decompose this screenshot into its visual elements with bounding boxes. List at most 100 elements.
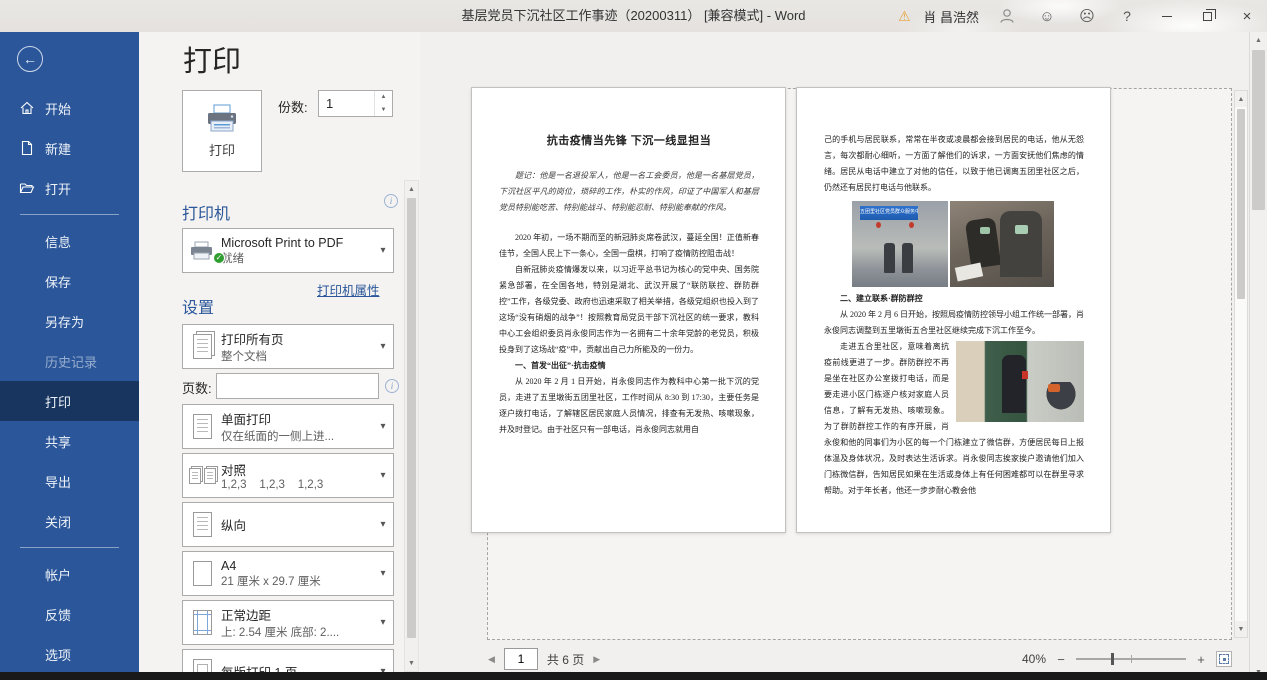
settings-scrollbar[interactable]: ▲ ▼ xyxy=(404,180,419,672)
zoom-level-label: 40% xyxy=(1022,652,1046,666)
sidebar-item-history: 历史记录 xyxy=(0,341,139,381)
paper-size-icon xyxy=(193,561,212,586)
copies-stepper[interactable]: ▲ ▼ xyxy=(318,90,393,117)
document-paragraph: 2020 年初，一场不期而至的新冠肺炎席卷武汉，蔓延全国！正值新春佳节，全国人民… xyxy=(499,230,759,262)
zoom-out-icon[interactable]: − xyxy=(1055,652,1067,667)
print-all-pages-icon xyxy=(193,334,212,359)
copies-decrement-icon[interactable]: ▼ xyxy=(375,104,392,117)
new-document-icon xyxy=(19,140,35,156)
chevron-down-icon: ▾ xyxy=(373,617,393,628)
chevron-down-icon: ▾ xyxy=(373,519,393,530)
print-range-selector[interactable]: 打印所有页 整个文档 ▾ xyxy=(182,324,394,369)
sidebar-item-options[interactable]: 选项 xyxy=(0,634,139,674)
document-section-heading: 二、建立联系·群防群控 xyxy=(824,291,1084,307)
sidebar-item-account[interactable]: 帐户 xyxy=(0,554,139,594)
sidebar-item-open[interactable]: 打开 xyxy=(0,168,139,208)
chevron-down-icon: ▾ xyxy=(373,421,393,432)
back-button[interactable]: ← xyxy=(17,46,43,72)
scroll-up-icon[interactable]: ▲ xyxy=(405,181,418,197)
zoom-slider[interactable] xyxy=(1076,653,1186,665)
copies-increment-icon[interactable]: ▲ xyxy=(375,91,392,104)
sidebar-divider xyxy=(20,547,119,548)
document-section-heading: 一、首发“出征”·抗击疫情 xyxy=(499,358,759,374)
chevron-down-icon: ▾ xyxy=(373,470,393,481)
sidebar-item-home[interactable]: 开始 xyxy=(0,88,139,128)
page-count-label: 共 6 页 xyxy=(547,651,584,668)
print-button[interactable]: 打印 xyxy=(182,90,262,172)
pages-info-icon[interactable]: i xyxy=(385,379,399,393)
copies-label: 份数: xyxy=(278,97,308,116)
minimize-button[interactable] xyxy=(1147,0,1187,32)
restore-button[interactable] xyxy=(1187,0,1227,32)
printer-info-icon[interactable]: i xyxy=(384,194,398,208)
close-button[interactable]: × xyxy=(1227,0,1267,32)
print-preview-area: 抗击疫情当先锋 下沉一线显担当 题记：他是一名退役军人，他是一名工会委员，他是一… xyxy=(420,32,1267,680)
zoom-slider-thumb[interactable] xyxy=(1111,653,1114,665)
document-paragraph: 自新冠肺炎疫情爆发以来，以习近平总书记为核心的党中央、国务院紧急部署，在全国各地… xyxy=(499,262,759,358)
preview-scrollbar-thumb[interactable] xyxy=(1237,109,1245,299)
main-scrollbar[interactable]: ▲ ▼ xyxy=(1249,32,1267,680)
one-sided-print-icon xyxy=(193,414,212,439)
sidebar-item-info[interactable]: 信息 xyxy=(0,221,139,261)
print-button-label: 打印 xyxy=(209,140,235,159)
account-avatar-icon[interactable] xyxy=(987,0,1027,32)
printer-properties-link[interactable]: 打印机属性 xyxy=(317,280,380,299)
paper-size-selector[interactable]: A4 21 厘米 x 29.7 厘米 ▾ xyxy=(182,551,394,596)
frown-feedback-icon[interactable]: ☹ xyxy=(1067,0,1107,32)
printer-name: Microsoft Print to PDF xyxy=(221,236,373,250)
scroll-up-icon[interactable]: ▲ xyxy=(1250,32,1267,48)
community-entrance-photo: 五团里社区党员群众服务中心 xyxy=(852,201,948,287)
margins-icon xyxy=(193,610,212,635)
pages-range-input[interactable] xyxy=(216,373,379,399)
zoom-in-icon[interactable]: + xyxy=(1195,652,1207,667)
current-page-input[interactable] xyxy=(504,648,538,670)
next-page-icon[interactable]: ▶ xyxy=(593,654,600,665)
preview-page-1: 抗击疫情当先锋 下沉一线显担当 题记：他是一名退役军人，他是一名工会委员，他是一… xyxy=(471,87,786,533)
copies-input[interactable] xyxy=(319,91,374,116)
sidebar-divider xyxy=(20,214,119,215)
sidebar-item-print[interactable]: 打印 xyxy=(0,381,139,421)
previous-page-icon[interactable]: ◀ xyxy=(488,654,495,665)
smiley-feedback-icon[interactable]: ☺ xyxy=(1027,0,1067,32)
print-settings-panel: 打印 打印 份数: ▲ ▼ 打印机 i ✓ Mi xyxy=(139,32,420,680)
main-scrollbar-thumb[interactable] xyxy=(1252,50,1265,210)
sidebar-item-save[interactable]: 保存 xyxy=(0,261,139,301)
chevron-down-icon: ▾ xyxy=(373,341,393,352)
document-paragraph-with-photo: 走进五合里社区，意味着离抗疫前线更进了一步。群防群控不再是坐在社区办公室拨打电话… xyxy=(824,339,1084,499)
orientation-selector[interactable]: 纵向 ▾ xyxy=(182,502,394,547)
settings-scrollbar-thumb[interactable] xyxy=(407,198,416,638)
preview-inner-scrollbar[interactable]: ▲ ▼ xyxy=(1234,90,1248,638)
sidebar-item-new[interactable]: 新建 xyxy=(0,128,139,168)
printer-selector[interactable]: ✓ Microsoft Print to PDF 就绪 ▾ xyxy=(182,228,394,273)
page-title: 打印 xyxy=(183,38,241,80)
document-photos: 五团里社区党员群众服务中心 xyxy=(852,201,1084,287)
collated-icon xyxy=(189,468,216,484)
duplex-selector[interactable]: 单面打印 仅在纸面的一侧上进... ▾ xyxy=(182,404,394,449)
scroll-down-icon[interactable]: ▼ xyxy=(405,655,418,671)
sidebar-item-share[interactable]: 共享 xyxy=(0,421,139,461)
printer-heading: 打印机 xyxy=(182,200,230,224)
preview-page-2: 己的手机与居民联系，常常在半夜或凌晨都会接到居民的电话，他从无怨言，每次都耐心细… xyxy=(796,87,1111,533)
portrait-orientation-icon xyxy=(193,512,212,537)
minimize-icon xyxy=(1162,16,1172,17)
chevron-down-icon: ▾ xyxy=(373,245,393,256)
margins-selector[interactable]: 正常边距 上: 2.54 厘米 底部: 2.... ▾ xyxy=(182,600,394,645)
sidebar-item-close-doc[interactable]: 关闭 xyxy=(0,501,139,541)
door-inspection-photo xyxy=(956,341,1084,422)
sidebar-item-save-as[interactable]: 另存为 xyxy=(0,301,139,341)
chevron-down-icon: ▾ xyxy=(373,568,393,579)
scroll-down-icon[interactable]: ▼ xyxy=(1235,621,1247,637)
account-user-name[interactable]: 肖 昌浩然 xyxy=(921,0,987,32)
backstage-sidebar: ← 开始 新建 打开 信息 保存 另存为 历史记录 打印 共享 导出 关闭 帐户… xyxy=(0,32,139,680)
home-icon xyxy=(19,100,35,116)
settings-heading: 设置 xyxy=(182,294,214,318)
document-intro: 题记：他是一名退役军人，他是一名工会委员，他是一名基层党员，下沉社区平凡的岗位，… xyxy=(499,168,759,216)
printer-icon xyxy=(204,104,240,134)
zoom-to-page-button[interactable] xyxy=(1216,651,1232,667)
collation-selector[interactable]: 对照 1,2,3 1,2,3 1,2,3 ▾ xyxy=(182,453,394,498)
sidebar-item-feedback[interactable]: 反馈 xyxy=(0,594,139,634)
document-paragraph: 己的手机与居民联系，常常在半夜或凌晨都会接到居民的电话，他从无怨言，每次都耐心细… xyxy=(824,132,1084,196)
scroll-up-icon[interactable]: ▲ xyxy=(1235,91,1247,107)
help-icon[interactable]: ? xyxy=(1107,0,1147,32)
sidebar-item-export[interactable]: 导出 xyxy=(0,461,139,501)
